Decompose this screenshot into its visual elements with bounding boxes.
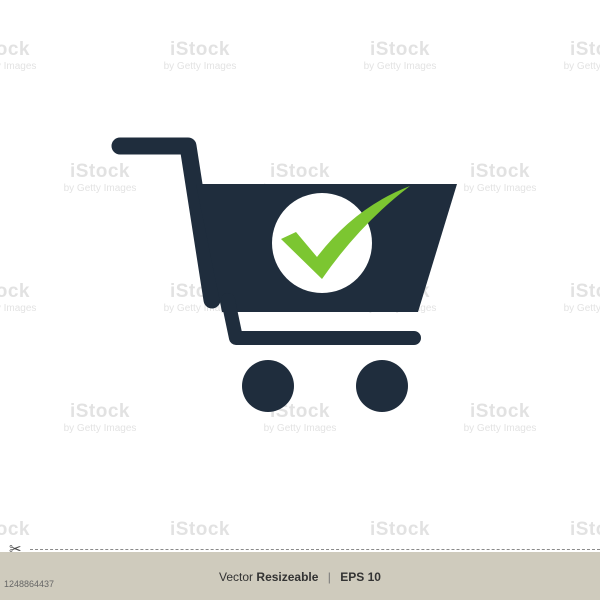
cut-line (30, 549, 600, 550)
footer-bar: Vector Resizeable | EPS 10 1248864437 (0, 552, 600, 600)
image-id: 1248864437 (4, 579, 55, 589)
shopping-cart-check-icon (111, 137, 457, 412)
footer-caption: Vector Resizeable | EPS 10 (0, 570, 600, 584)
caption-separator: | (327, 570, 331, 584)
cart-wheel-left (242, 360, 294, 412)
cart-handle (111, 137, 221, 309)
cart-wheel-right (356, 360, 408, 412)
caption-vector: Vector (219, 570, 254, 584)
caption-format: EPS 10 (340, 570, 381, 584)
caption-resizeable: Resizeable (256, 570, 319, 584)
